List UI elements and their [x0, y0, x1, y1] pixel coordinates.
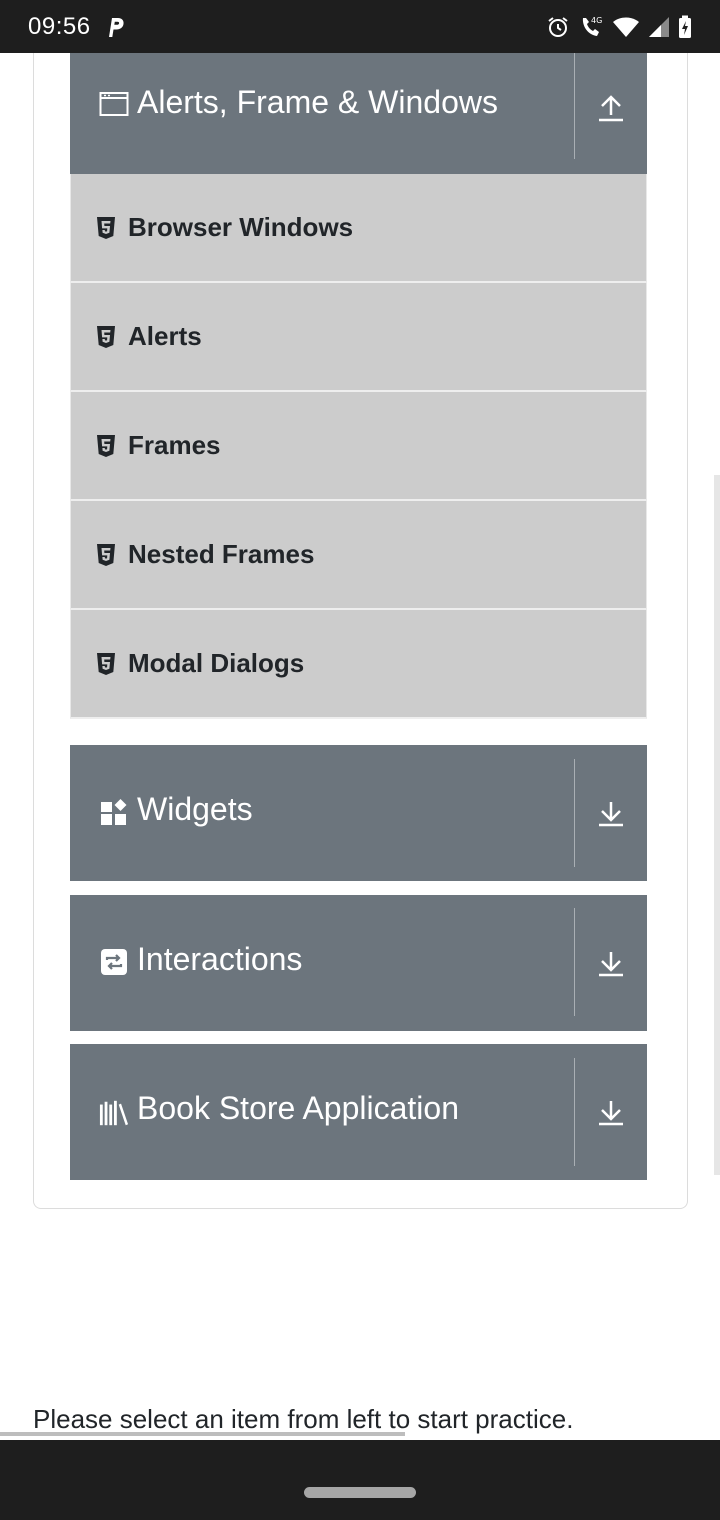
group-header-alerts[interactable]: Alerts, Frame & Windows [70, 53, 647, 174]
menu-item-label: Frames [128, 430, 221, 460]
html5-icon [97, 543, 115, 566]
group-title: Interactions [137, 941, 303, 977]
alerts-submenu: Browser Windows Alerts Frames Nested Fra… [70, 174, 647, 719]
html5-icon [97, 325, 115, 348]
group-title: Widgets [137, 791, 253, 827]
html5-icon [97, 434, 115, 457]
menu-item-modal-dialogs[interactable]: Modal Dialogs [70, 610, 647, 719]
network-label: 4G [591, 16, 602, 25]
menu-item-label: Modal Dialogs [128, 648, 305, 678]
navigation-bar [0, 1440, 720, 1520]
menu-item-label: Nested Frames [128, 539, 315, 569]
collapse-up-icon[interactable] [575, 53, 647, 163]
call-4g-icon: 4G [582, 16, 602, 36]
group-header-widgets[interactable]: Widgets [70, 745, 647, 881]
menu-item-browser-windows[interactable]: Browser Windows [70, 174, 647, 283]
battery-charging-icon [679, 15, 691, 38]
page-progress-line [0, 1432, 405, 1436]
menu-item-label: Browser Windows [128, 212, 354, 242]
menu-item-label: Alerts [128, 321, 202, 351]
expand-down-icon[interactable] [575, 745, 647, 881]
instruction-text: Please select an item from left to start… [33, 1404, 574, 1434]
menu-item-frames[interactable]: Frames [70, 392, 647, 501]
group-title: Book Store Application [137, 1090, 459, 1126]
group-header-bookstore[interactable]: Book Store Application [70, 1044, 647, 1180]
app-screen: 09:56 4G Alerts, Frame & Windows Browser… [0, 0, 720, 1520]
status-time: 09:56 [28, 12, 91, 40]
alarm-icon [548, 16, 568, 37]
menu-item-alerts[interactable]: Alerts [70, 283, 647, 392]
expand-down-icon[interactable] [575, 1044, 647, 1180]
books-icon [99, 1098, 129, 1128]
wifi-icon [613, 17, 639, 37]
expand-down-icon[interactable] [575, 895, 647, 1031]
group-header-interactions[interactable]: Interactions [70, 895, 647, 1031]
html5-icon [97, 652, 115, 675]
status-bar: 09:56 4G [0, 0, 720, 53]
html5-icon [97, 216, 115, 239]
interactions-icon [99, 947, 129, 977]
window-icon [99, 89, 129, 119]
widgets-icon [99, 797, 129, 827]
group-title: Alerts, Frame & Windows [137, 84, 498, 120]
home-gesture-handle[interactable] [304, 1487, 416, 1498]
signal-icon [649, 16, 669, 37]
status-icons: 4G [546, 14, 692, 40]
parking-icon [108, 17, 124, 37]
scrollbar[interactable] [714, 475, 720, 1175]
menu-item-nested-frames[interactable]: Nested Frames [70, 501, 647, 610]
